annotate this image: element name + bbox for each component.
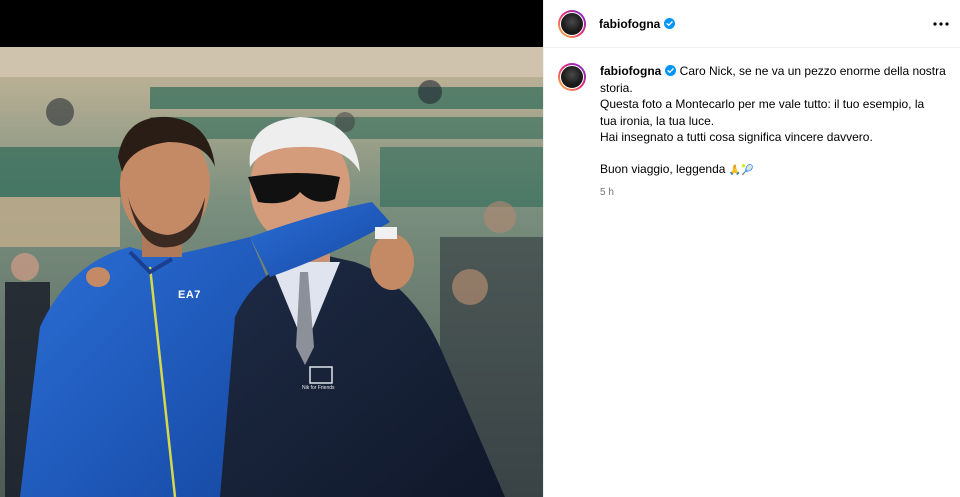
caption-line: storia. xyxy=(600,80,633,95)
jacket-logo: EA7 xyxy=(178,289,201,301)
avatar[interactable] xyxy=(558,9,586,38)
post-header: fabiofogna xyxy=(544,0,960,48)
caption-line: tua ironia, la tua luce. xyxy=(600,113,715,128)
caption-body: fabiofogna Caro Nick, se ne va un pezzo … xyxy=(600,63,948,202)
header-username[interactable]: fabiofogna xyxy=(599,17,660,31)
verified-badge-icon xyxy=(665,65,677,76)
more-options-icon xyxy=(933,22,949,26)
post-image xyxy=(0,47,543,497)
caption-line: fabiofogna Caro Nick, se ne va un pezzo … xyxy=(600,63,948,80)
caption-line: Questa foto a Montecarlo per me vale tut… xyxy=(600,97,925,111)
caption-avatar[interactable] xyxy=(558,63,586,91)
closing-emojis: 🙏🎾 xyxy=(728,164,754,176)
avatar-image xyxy=(560,11,584,36)
caption-username[interactable]: fabiofogna xyxy=(600,64,661,78)
blazer-badge-text: Nik for Friends xyxy=(302,385,335,391)
post-photo[interactable]: EA7 Nik for Friends xyxy=(0,0,543,497)
caption: fabiofogna Caro Nick, se ne va un pezzo … xyxy=(558,63,948,202)
post-timestamp[interactable]: 5 h xyxy=(600,185,948,202)
more-options-button[interactable] xyxy=(929,15,953,33)
caption-avatar-image xyxy=(560,65,584,89)
post-details-panel: fabiofogna fabiofogna Caro Nick, se ne v… xyxy=(543,0,960,497)
caption-line: Hai insegnato a tutti cosa significa vin… xyxy=(600,130,873,144)
caption-text: Caro Nick, se ne va un pezzo enorme dell… xyxy=(679,64,946,78)
closing-text: Buon viaggio, leggenda xyxy=(600,161,726,176)
verified-badge-icon xyxy=(664,18,676,29)
caption-closing: Buon viaggio, leggenda 🙏🎾 xyxy=(600,161,948,180)
